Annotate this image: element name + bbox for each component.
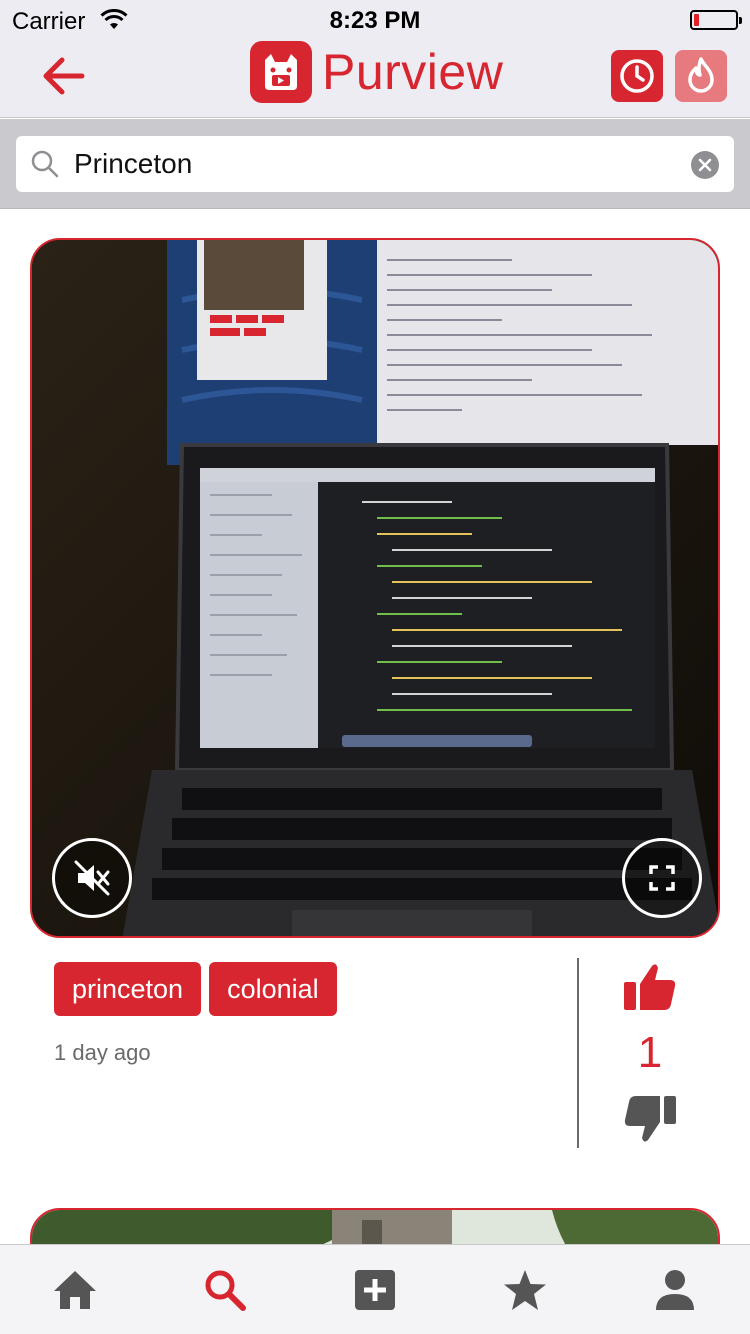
search-icon <box>205 1270 246 1311</box>
tag-chip[interactable]: colonial <box>209 962 337 1016</box>
tab-bar <box>0 1244 750 1334</box>
search-box <box>16 136 734 192</box>
video-player[interactable] <box>30 238 720 938</box>
tag-list: princeton colonial <box>54 962 337 1016</box>
thumbs-up-icon[interactable] <box>622 960 678 1012</box>
next-post-preview[interactable] <box>30 1208 720 1244</box>
mute-button[interactable] <box>52 838 132 918</box>
search-icon <box>31 150 59 178</box>
hot-button[interactable] <box>675 50 727 102</box>
mute-icon <box>74 860 110 896</box>
tag-chip[interactable]: princeton <box>54 962 202 1016</box>
nav-bar: Purview <box>0 40 750 118</box>
tab-favorites[interactable] <box>500 1265 550 1315</box>
search-input[interactable] <box>74 144 674 184</box>
app-logo-icon <box>250 41 312 103</box>
post-timestamp: 1 day ago <box>54 1040 151 1065</box>
app-brand: Purview <box>250 40 503 104</box>
feed: princeton colonial 1 day ago 1 <box>0 210 750 1244</box>
vote-count: 1 <box>637 1028 663 1077</box>
tab-search[interactable] <box>200 1265 250 1315</box>
home-icon <box>54 1271 96 1309</box>
profile-icon <box>656 1270 694 1310</box>
app-title: Purview <box>322 44 504 100</box>
status-bar: Carrier 8:23 PM <box>0 0 750 40</box>
arrow-left-icon[interactable] <box>36 52 92 100</box>
vote-divider <box>577 958 579 1148</box>
recent-button[interactable] <box>611 50 663 102</box>
close-icon <box>698 158 712 172</box>
star-icon <box>504 1270 546 1310</box>
tab-add[interactable] <box>350 1265 400 1315</box>
fullscreen-button[interactable] <box>622 838 702 918</box>
battery-icon <box>690 10 742 30</box>
status-time: 8:23 PM <box>329 7 421 34</box>
video-frame-image <box>32 240 718 936</box>
thumbs-down-icon[interactable] <box>622 1094 678 1146</box>
tab-home[interactable] <box>50 1265 100 1315</box>
flame-icon <box>688 57 714 93</box>
preview-image <box>32 1210 718 1244</box>
search-area <box>0 119 750 209</box>
clear-search-button[interactable] <box>691 151 719 179</box>
fullscreen-icon <box>649 865 675 891</box>
tab-profile[interactable] <box>650 1265 700 1315</box>
clock-icon <box>620 59 654 93</box>
add-icon <box>355 1270 395 1310</box>
